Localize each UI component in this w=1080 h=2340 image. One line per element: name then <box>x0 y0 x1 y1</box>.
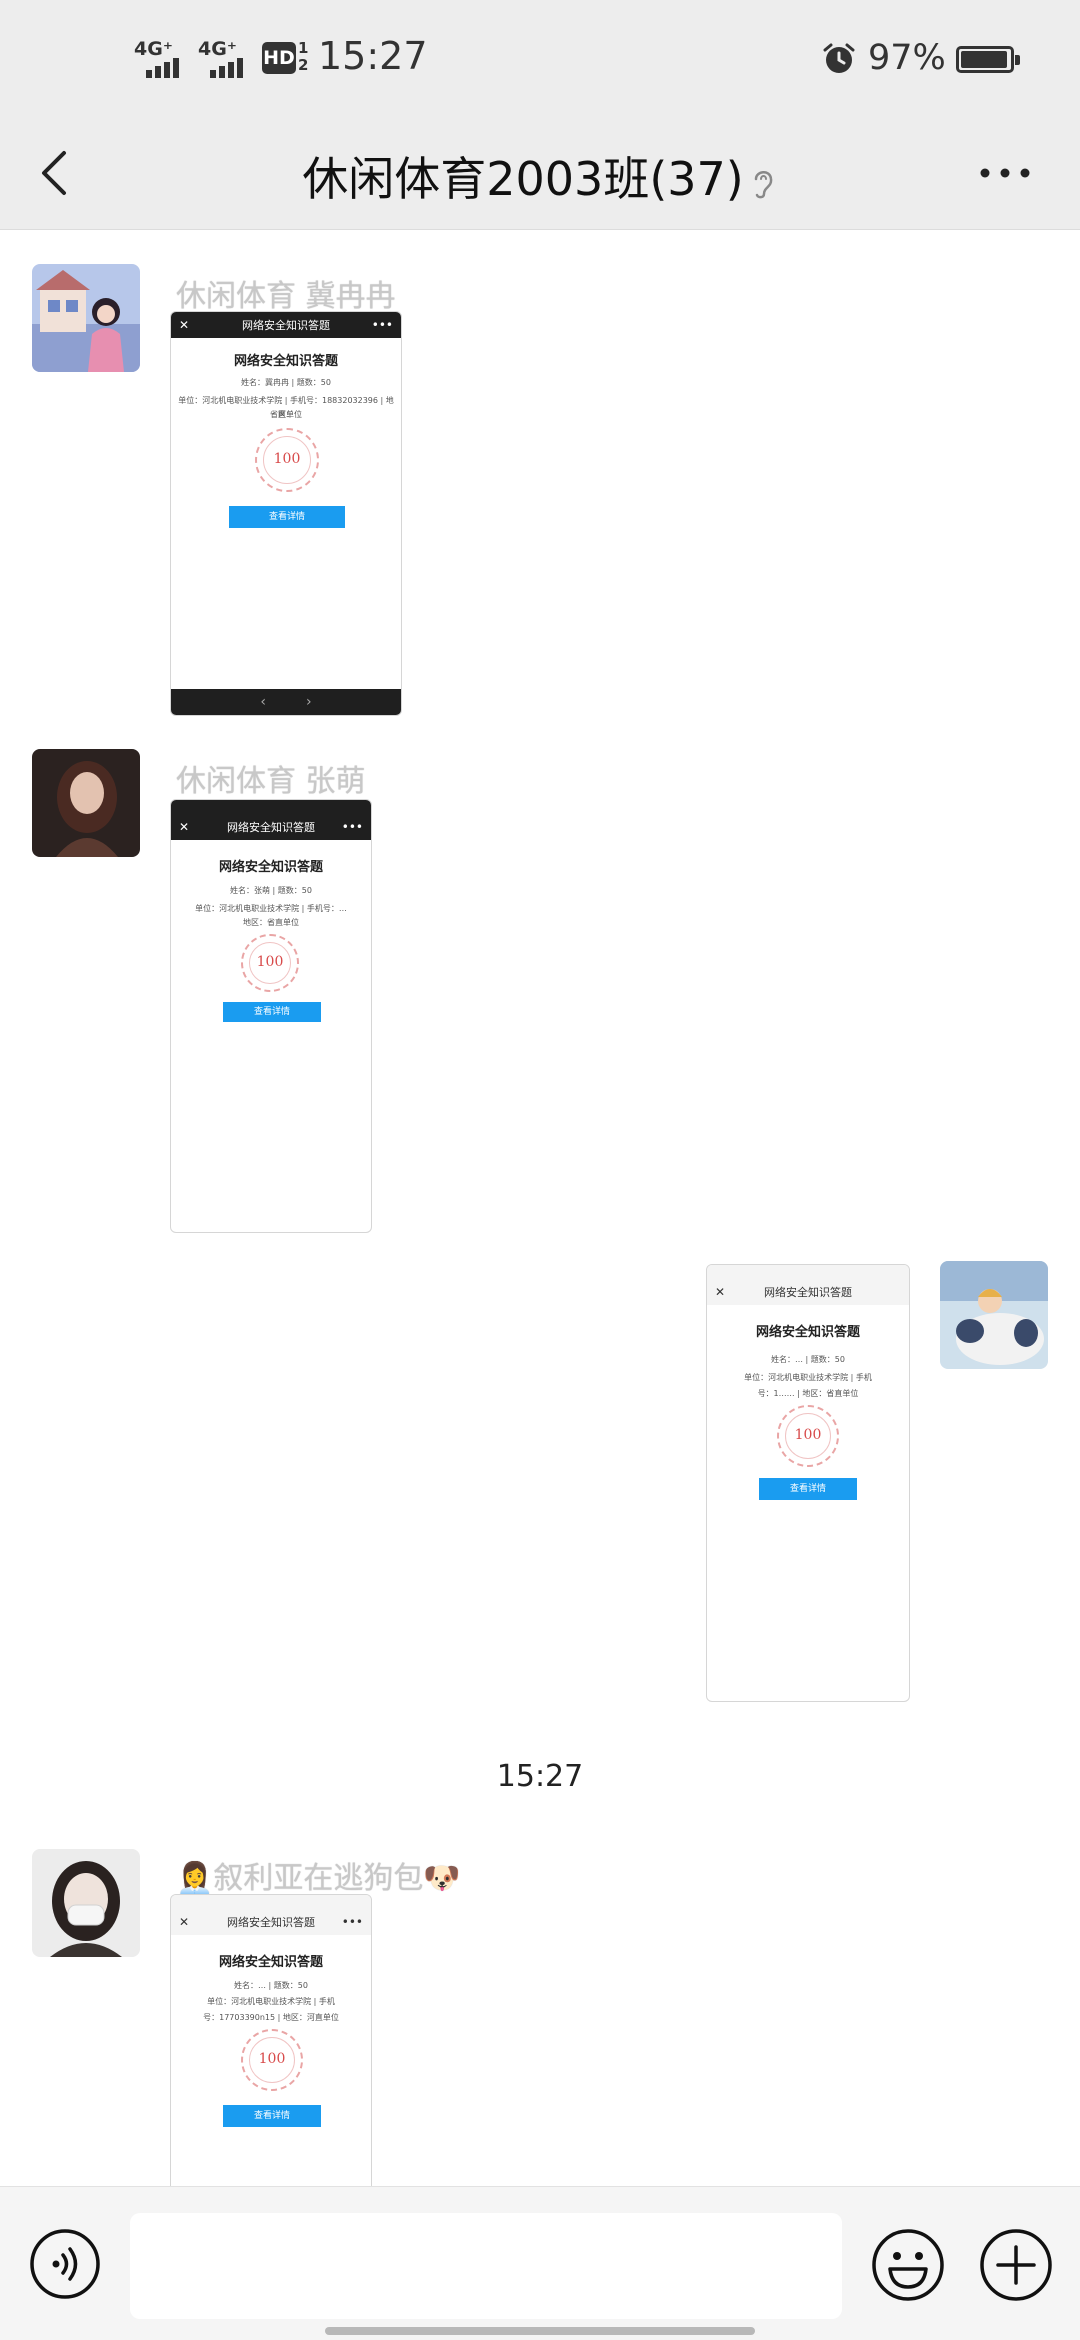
sender-name: 休闲体育 冀冉冉 <box>176 279 396 314</box>
image-message[interactable]: ✕ 网络安全知识答题 ••• 网络安全知识答题 姓名：张萌 | 题数：50 单位：河… <box>170 799 372 1233</box>
score-seal: 100 <box>777 1405 839 1467</box>
image-message[interactable]: ✕ 网络安全知识答题 ••• 网络安全知识答题 姓名：… | 题数：50 单位：河北… <box>170 1894 372 2194</box>
sender-name: 休闲体育 张萌 <box>176 764 366 799</box>
screenshot-line-3: 省直单位 <box>270 410 302 419</box>
chat-header: 休闲体育2003班(37) <box>0 115 1080 230</box>
status-time: 15:27 <box>318 34 428 78</box>
screenshot-forward-icon: › <box>306 694 312 710</box>
screenshot-nav-bar: ‹ › <box>171 689 401 715</box>
screenshot-heading: 网络安全知识答题 <box>233 354 338 369</box>
cellular-signal-2-icon: 4G⁺ <box>198 38 258 78</box>
hd-fraction-bottom: 2 <box>298 56 309 74</box>
screenshot-line-2: 单位：河北机电职业技术学院 | 手机 <box>207 1997 335 2006</box>
score-value: 100 <box>258 2051 286 2067</box>
avatar-sender-2[interactable] <box>32 749 140 857</box>
plus-icon[interactable] <box>978 2227 1054 2303</box>
screenshot-bar-title: 网络安全知识答题 <box>764 1286 852 1299</box>
status-bar: 4G⁺ 4G⁺ HD 12 15:27 97% <box>0 0 1080 115</box>
screenshot-title-bar: ✕ 网络安全知识答题 ••• <box>171 1909 371 1935</box>
screenshot-heading: 网络安全知识答题 <box>218 860 323 875</box>
screenshot-title-bar: ✕ 网络安全知识答题 <box>707 1279 909 1305</box>
sender-name: 👩‍💼叙利亚在逃狗包🐶 <box>176 1861 461 1896</box>
screenshot-line-1: 姓名：张萌 | 题数：50 <box>230 886 312 895</box>
hd-fraction-top: 1 <box>298 39 309 57</box>
screenshot-line-1: 姓名：冀冉冉 | 题数：50 <box>241 378 331 387</box>
score-value: 100 <box>794 1427 822 1443</box>
chat-title: 休闲体育2003班(37) <box>240 143 840 209</box>
more-icon: ••• <box>371 318 393 332</box>
score-seal: 100 <box>241 2029 303 2091</box>
close-icon: ✕ <box>715 1285 726 1299</box>
earpiece-mode-icon <box>754 170 773 198</box>
cartoon-girl-house-avatar-image <box>32 264 140 372</box>
view-details-button: 查看详情 <box>223 2105 321 2127</box>
screenshot-bar-title: 网络安全知识答题 <box>227 1916 315 1929</box>
score-seal: 100 <box>241 934 299 992</box>
avatar-sender-1[interactable] <box>32 264 140 372</box>
more-icon: ••• <box>341 1915 363 1929</box>
masked-girl-avatar-image <box>32 1849 140 1957</box>
message-list[interactable]: 休闲体育 冀冉冉 ✕ 网络安全知识答题 ••• 网络安全知识答题 姓名：冀冉冉 | … <box>0 231 1080 2194</box>
message-timestamp: 15:27 <box>496 1759 584 1794</box>
chat-title-text: 休闲体育2003班(37) <box>302 152 744 206</box>
screenshot-heading: 网络安全知识答题 <box>755 1325 860 1340</box>
network-type-1: 4G⁺ <box>134 38 173 60</box>
screenshot-heading: 网络安全知识答题 <box>218 1955 323 1970</box>
score-seal: 100 <box>255 428 319 492</box>
message-input[interactable] <box>130 2213 842 2319</box>
close-icon: ✕ <box>179 1915 190 1929</box>
screenshot-line-3: 号：1…… | 地区：省直单位 <box>757 1389 859 1398</box>
screenshot-line-3: 地区：省直单位 <box>243 918 299 927</box>
hd-voice-icon: HD <box>262 42 296 74</box>
voice-icon[interactable] <box>28 2227 102 2301</box>
image-message[interactable]: ✕ 网络安全知识答题 网络安全知识答题 姓名：… | 题数：50 单位：河北机电职… <box>706 1264 910 1702</box>
close-icon: ✕ <box>179 820 190 834</box>
avatar-self[interactable] <box>940 1261 1048 1369</box>
back-button[interactable] <box>30 145 80 200</box>
screenshot-title-bar: ✕ 网络安全知识答题 ••• <box>171 814 371 840</box>
battery-icon <box>956 46 1020 73</box>
emoji-icon[interactable] <box>870 2227 946 2303</box>
screenshot-bar-title: 网络安全知识答题 <box>242 319 330 332</box>
score-value: 100 <box>273 451 301 467</box>
cellular-signal-1-icon: 4G⁺ <box>134 38 194 78</box>
view-details-button: 查看详情 <box>223 1002 321 1022</box>
screenshot-line-2: 单位：河北机电职业技术学院 | 手机号：… <box>195 904 347 913</box>
close-icon: ✕ <box>179 318 190 332</box>
cartoon-panda-avatar-image <box>940 1261 1048 1369</box>
more-icon: ••• <box>341 820 363 834</box>
screenshot-bar-title: 网络安全知识答题 <box>227 821 315 834</box>
screenshot-line-1: 姓名：… | 题数：50 <box>234 1981 308 1990</box>
screenshot-back-icon: ‹ <box>260 694 266 710</box>
screenshot-line-2: 单位：河北机电职业技术学院 | 手机 <box>744 1373 872 1382</box>
view-details-button: 查看详情 <box>229 506 345 528</box>
woman-portrait-avatar-image <box>32 749 140 857</box>
screenshot-line-3: 号：17703390n15 | 地区：河直单位 <box>203 2013 339 2022</box>
more-button[interactable] <box>975 163 1035 183</box>
avatar-sender-4[interactable] <box>32 1849 140 1957</box>
input-bar <box>0 2186 1080 2340</box>
screenshot-title-bar: ✕ 网络安全知识答题 ••• <box>171 312 401 338</box>
network-type-2: 4G⁺ <box>198 38 237 60</box>
view-details-button: 查看详情 <box>759 1478 857 1500</box>
battery-percent: 97% <box>868 38 946 78</box>
screenshot-line-1: 姓名：… | 题数：50 <box>771 1355 845 1364</box>
alarm-icon <box>823 43 855 73</box>
score-value: 100 <box>256 954 284 970</box>
hd-fraction: 12 <box>298 40 308 74</box>
home-indicator[interactable] <box>325 2327 755 2335</box>
image-message[interactable]: ✕ 网络安全知识答题 ••• 网络安全知识答题 姓名：冀冉冉 | 题数：50 单位：… <box>170 311 402 716</box>
